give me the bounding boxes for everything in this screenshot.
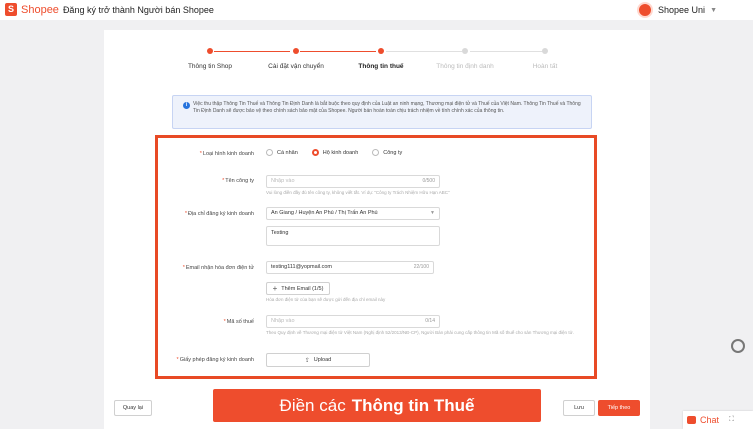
- step-label: Thông tin định danh: [436, 63, 494, 70]
- radio-label: Hộ kinh doanh: [322, 149, 359, 156]
- step-shop-info: Thông tin Shop: [170, 48, 250, 70]
- chevron-down-icon: ▼: [430, 210, 435, 216]
- chat-label: Chat: [700, 415, 720, 425]
- business-type-radio-group: Cá nhân Hộ kinh doanh Công ty: [266, 149, 416, 156]
- address-region-select[interactable]: An Giang / Huyện An Phú / Thị Trấn An Ph…: [266, 207, 440, 220]
- expand-icon[interactable]: ⛶: [729, 416, 734, 424]
- email-input[interactable]: testing111@yopmail.com 22/100: [266, 261, 434, 274]
- radio-circle: [266, 149, 273, 156]
- email-counter: 22/100: [413, 264, 429, 270]
- support-icon[interactable]: [731, 339, 745, 353]
- back-button[interactable]: Quay lại: [114, 400, 152, 416]
- back-label: Quay lại: [122, 405, 144, 411]
- company-name-counter: 0/500: [422, 178, 435, 184]
- tax-code-input[interactable]: Nhập vào 0/14: [266, 315, 440, 328]
- tax-code-placeholder: Nhập vào: [271, 318, 295, 324]
- radio-household-business[interactable]: Hộ kinh doanh: [311, 149, 359, 156]
- address-detail-value: Testing: [271, 230, 289, 236]
- save-label: Lưu: [574, 405, 584, 411]
- company-name-label: *Tên công ty: [222, 178, 254, 184]
- avatar: [637, 2, 654, 18]
- top-bar: S Shopee Đăng ký trở thành Người bán Sho…: [0, 0, 753, 20]
- radio-individual[interactable]: Cá nhân: [266, 149, 298, 156]
- email-label: *Email nhận hóa đơn điện tử: [182, 265, 254, 271]
- radio-label: Công ty: [383, 149, 403, 156]
- logo-text: Shopee: [21, 3, 59, 16]
- radio-label: Cá nhân: [277, 149, 298, 156]
- business-type-label: *Loại hình kinh doanh: [199, 151, 254, 157]
- next-label: Tiếp theo: [607, 405, 631, 411]
- step-dot: [378, 48, 384, 54]
- shopee-logo-icon: S: [5, 3, 17, 16]
- radio-company[interactable]: Công ty: [372, 149, 402, 156]
- step-dot: [293, 48, 299, 54]
- tax-code-counter: 0/14: [425, 318, 435, 324]
- company-name-input[interactable]: Nhập vào 0/500: [266, 175, 440, 188]
- email-value: testing111@yopmail.com: [271, 264, 333, 270]
- chat-icon: [687, 416, 696, 424]
- user-label: Shopee Uni: [658, 5, 706, 15]
- progress-stepper: Thông tin Shop Cài đặt vận chuyển Thông …: [104, 44, 650, 84]
- step-label: Thông tin Shop: [187, 63, 233, 70]
- info-icon: i: [183, 102, 190, 109]
- header-logo[interactable]: S Shopee Đăng ký trở thành Người bán Sho…: [5, 3, 214, 16]
- company-name-placeholder: Nhập vào: [271, 178, 295, 184]
- chat-widget[interactable]: Chat ⛶: [683, 411, 753, 429]
- page-title: Đăng ký trở thành Người bán Shopee: [62, 4, 214, 15]
- step-label: Cài đặt vận chuyển: [268, 63, 324, 70]
- next-button[interactable]: Tiếp theo: [598, 400, 640, 416]
- caption-banner: Điền các Thông tin Thuế: [213, 389, 541, 422]
- info-notice-text: Việc thu thập Thông Tin Thuế và Thông Ti…: [193, 101, 581, 114]
- banner-prefix: Điền các: [279, 395, 346, 415]
- radio-circle-selected: [311, 149, 319, 156]
- radio-circle: [372, 149, 380, 156]
- license-label: *Giấy phép đăng ký kinh doanh: [176, 357, 254, 363]
- step-complete: Hoàn tất: [505, 48, 585, 70]
- save-button[interactable]: Lưu: [563, 400, 595, 416]
- step-label: Hoàn tất: [532, 63, 558, 70]
- step-shipping: Cài đặt vận chuyển: [256, 48, 336, 70]
- tax-code-hint: Theo Quy định về Thương mại điện tử Việt…: [266, 330, 574, 335]
- info-notice: i Việc thu thập Thông Tin Thuế và Thông …: [172, 95, 592, 129]
- step-label: Thông tin thuế: [358, 63, 404, 70]
- step-tax-info: Thông tin thuế: [341, 48, 421, 70]
- step-identity: Thông tin định danh: [425, 48, 505, 70]
- email-hint: Hóa đơn điện tử của bạn sẽ được gửi đến …: [266, 297, 386, 302]
- tax-code-label: *Mã số thuế: [223, 319, 254, 325]
- chevron-down-icon: ▼: [710, 6, 717, 14]
- address-label: *Địa chỉ đăng ký kinh doanh: [184, 211, 254, 217]
- step-dot: [462, 48, 468, 54]
- upload-icon: ⇪: [304, 357, 310, 364]
- step-dot: [542, 48, 548, 54]
- plus-icon: +: [272, 284, 278, 293]
- company-name-hint: Vui lòng điền đầy đủ tên công ty, không …: [266, 190, 450, 195]
- registration-card: Thông tin Shop Cài đặt vận chuyển Thông …: [104, 30, 650, 429]
- banner-emphasis: Thông tin Thuế: [351, 395, 475, 415]
- upload-label: Upload: [313, 357, 332, 363]
- upload-button[interactable]: ⇪ Upload: [266, 353, 370, 367]
- user-menu[interactable]: Shopee Uni ▼: [637, 2, 717, 18]
- address-detail-textarea[interactable]: Testing: [266, 226, 440, 246]
- add-email-label: Thêm Email (1/5): [281, 285, 324, 292]
- address-region-value: An Giang / Huyện An Phú / Thị Trấn An Ph…: [271, 210, 378, 216]
- add-email-button[interactable]: + Thêm Email (1/5): [266, 282, 330, 295]
- highlight-frame: [155, 135, 597, 379]
- step-dot: [207, 48, 213, 54]
